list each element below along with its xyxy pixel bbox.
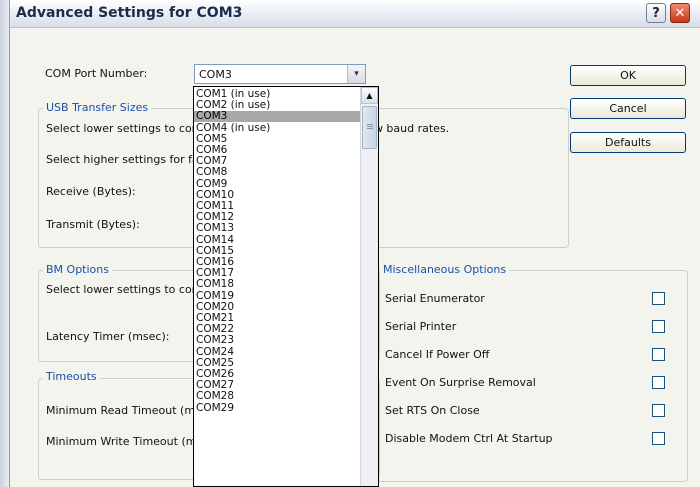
- dropdown-scrollbar[interactable]: ▲: [360, 87, 378, 486]
- event-on-surprise-removal-label: Event On Surprise Removal: [385, 376, 536, 389]
- dropdown-option[interactable]: COM9: [194, 178, 361, 190]
- com-port-value: COM3: [199, 68, 232, 81]
- event-on-surprise-removal-checkbox[interactable]: [652, 376, 665, 389]
- cancel-if-power-off-checkbox[interactable]: [652, 348, 665, 361]
- title-bar[interactable]: Advanced Settings for COM3 ? ✕: [10, 0, 700, 28]
- transmit-bytes-label: Transmit (Bytes):: [46, 218, 140, 231]
- close-button[interactable]: ✕: [670, 3, 690, 23]
- scroll-up-arrow-icon[interactable]: ▲: [361, 87, 378, 104]
- dropdown-option[interactable]: COM29: [194, 402, 361, 414]
- set-rts-on-close-checkbox[interactable]: [652, 404, 665, 417]
- dropdown-option[interactable]: COM4 (in use): [194, 122, 361, 134]
- disable-modem-ctrl-label: Disable Modem Ctrl At Startup: [385, 432, 553, 445]
- serial-enumerator-checkbox[interactable]: [652, 292, 665, 305]
- receive-bytes-label: Receive (Bytes):: [46, 185, 136, 198]
- cancel-button[interactable]: Cancel: [570, 98, 686, 119]
- dropdown-option[interactable]: COM24: [194, 346, 361, 358]
- usb-transfer-sizes-legend: USB Transfer Sizes: [43, 101, 152, 114]
- com-port-label: COM Port Number:: [45, 67, 148, 80]
- scrollbar-thumb[interactable]: [362, 106, 377, 149]
- latency-timer-label: Latency Timer (msec):: [46, 330, 170, 343]
- grip-icon: [367, 124, 373, 125]
- background-window-edge: [0, 0, 9, 487]
- close-icon: ✕: [674, 6, 686, 21]
- dropdown-option[interactable]: COM28: [194, 391, 361, 402]
- ok-button[interactable]: OK: [570, 65, 686, 86]
- serial-printer-label: Serial Printer: [385, 320, 457, 333]
- disable-modem-ctrl-checkbox[interactable]: [652, 432, 665, 445]
- dropdown-option[interactable]: COM23: [194, 335, 361, 346]
- misc-options-legend: Miscellaneous Options: [380, 263, 510, 276]
- dropdown-option[interactable]: COM3: [194, 111, 361, 123]
- cancel-if-power-off-label: Cancel If Power Off: [385, 348, 490, 361]
- chevron-down-icon[interactable]: ▾: [347, 65, 365, 83]
- defaults-button[interactable]: Defaults: [570, 132, 686, 153]
- window-title: Advanced Settings for COM3: [16, 5, 243, 21]
- dropdown-option[interactable]: COM13: [194, 223, 361, 234]
- help-icon: ?: [652, 6, 660, 21]
- com-port-combobox[interactable]: COM3 ▾: [194, 64, 366, 84]
- serial-printer-checkbox[interactable]: [652, 320, 665, 333]
- set-rts-on-close-label: Set RTS On Close: [385, 404, 480, 417]
- dropdown-option[interactable]: COM19: [194, 290, 361, 302]
- advanced-settings-dialog: Advanced Settings for COM3 ? ✕ COM Port …: [9, 0, 700, 487]
- dropdown-option[interactable]: COM18: [194, 279, 361, 290]
- help-button[interactable]: ?: [646, 3, 666, 23]
- com-port-dropdown-list[interactable]: COM1 (in use) COM2 (in use) COM3 COM4 (in u…: [193, 86, 379, 487]
- dropdown-option[interactable]: COM8: [194, 167, 361, 178]
- serial-enumerator-label: Serial Enumerator: [385, 292, 485, 305]
- dropdown-option[interactable]: COM14: [194, 234, 361, 246]
- bm-options-legend: BM Options: [43, 263, 112, 276]
- timeouts-legend: Timeouts: [43, 370, 100, 383]
